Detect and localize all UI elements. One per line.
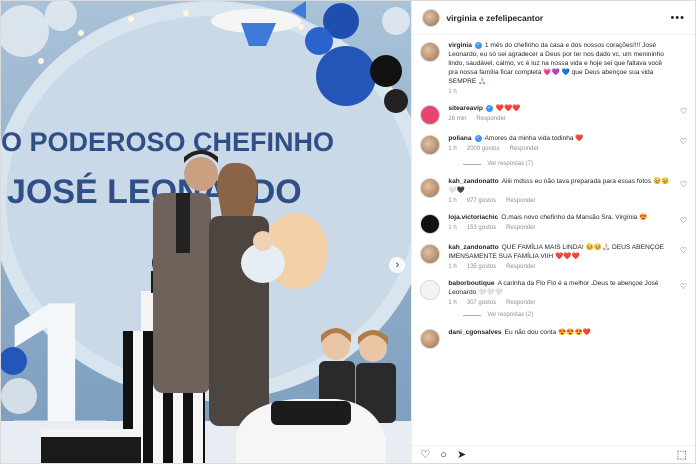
comment-item: poliana ✓ Amores da minha vida todinha ❤️ … (420, 134, 687, 155)
comment-meta: 1 h 153 gostos Responder (448, 225, 673, 231)
comment-avatar[interactable] (420, 105, 441, 125)
comment-time: 1 h (448, 264, 457, 270)
verified-badge-icon: ✓ (474, 41, 482, 49)
comment-item: loja.victoriachic O.mais novo chefinho da… (420, 213, 687, 234)
comment-text: baborboutique A carinha da Flo Flo é a me… (448, 279, 673, 297)
caption-time: 1 h (448, 89, 457, 95)
comment-time: 1 h (448, 300, 457, 306)
comment-text: dani_cgonsalves Eu não dou conta 😍😍😍❤️ (448, 328, 673, 337)
comment-likes[interactable]: 135 gostos (467, 264, 496, 270)
banner-line-1: O PODEROSO CHEFINHO (1, 127, 334, 157)
comment-meta: 1 h 2009 gostos Responder (448, 146, 673, 152)
comment-username[interactable]: poliana (448, 135, 471, 142)
like-comment-heart-icon[interactable]: ♡ (680, 107, 687, 116)
reply-link[interactable]: Responder (476, 116, 505, 122)
more-options-icon[interactable]: ••• (670, 12, 685, 24)
comment-meta: 26 min Responder (448, 116, 673, 122)
toy-car (236, 399, 386, 463)
reply-link[interactable]: Responder (506, 198, 535, 204)
comment-text: kah_zandonatto QUE FAMÍLIA MAIS LINDA! 🥹🥹… (448, 243, 673, 261)
reply-link[interactable]: Responder (506, 225, 535, 231)
comment-text: kah_zandonatto Aiiii mdsss eu não tava pr… (448, 177, 673, 195)
comment-avatar[interactable] (420, 280, 441, 300)
reply-link[interactable]: Responder (506, 264, 535, 270)
comment-text: loja.victoriachic O.mais novo chefinho da… (448, 213, 673, 222)
comment-item: dani_cgonsalves Eu não dou conta 😍😍😍❤️ (420, 328, 687, 349)
caption-body: 1 mês do chefinho da casa e dos nossos c… (448, 42, 664, 85)
comment-username[interactable]: siteareavip (448, 105, 482, 112)
author-avatar[interactable] (422, 8, 441, 27)
comment-avatar[interactable] (420, 178, 441, 198)
caption-text: virginia ✓ 1 mês do chefinho da casa e dos… (448, 41, 673, 86)
comment-likes[interactable]: 2009 gostos (467, 146, 500, 152)
comment-likes[interactable]: 153 gostos (467, 225, 496, 231)
comment-avatar[interactable] (420, 214, 441, 234)
view-replies-button[interactable]: Ver respostas (2) (463, 312, 687, 318)
party-photo-illustration: 1 O PODEROSO CHEFINHO JOSÉ LEONARDO (1, 1, 412, 463)
comment-time: 1 h (448, 146, 457, 152)
chevron-right-icon: › (395, 258, 400, 271)
comment-list[interactable]: virginia ✓ 1 mês do chefinho da casa e dos… (412, 35, 695, 445)
verified-badge-icon: ✓ (485, 104, 493, 112)
action-bar: ♡ ○ ➤ ⬚ (412, 445, 695, 463)
like-heart-icon[interactable]: ♡ (420, 448, 430, 461)
comment-item: kah_zandonatto QUE FAMÍLIA MAIS LINDA! 🥹🥹… (420, 243, 687, 270)
comment-avatar[interactable] (420, 244, 441, 264)
save-bookmark-icon[interactable]: ⬚ (677, 448, 687, 461)
comments-panel: virginia e zefelipecantor ••• virginia ✓ 1… (411, 1, 695, 463)
comment-avatar[interactable] (420, 329, 441, 349)
replies-divider (463, 314, 482, 316)
caption: virginia ✓ 1 mês do chefinho da casa e dos… (420, 41, 687, 95)
comment-time: 1 h (448, 225, 457, 231)
comment-username[interactable]: kah_zandonatto (448, 244, 498, 251)
replies-divider (463, 163, 482, 165)
comment-bubble-icon[interactable]: ○ (440, 449, 447, 461)
comment-likes[interactable]: 977 gostos (467, 198, 496, 204)
like-comment-heart-icon[interactable]: ♡ (680, 137, 687, 146)
comment-body: Amores da minha vida todinha ❤️ (484, 135, 584, 142)
comment-item: kah_zandonatto Aiiii mdsss eu não tava pr… (420, 177, 687, 204)
comment-time: 26 min (448, 116, 467, 122)
comment-username[interactable]: dani_cgonsalves (448, 329, 501, 336)
caption-username[interactable]: virginia (448, 42, 471, 49)
comment-meta: 1 h 307 gostos Responder (448, 300, 673, 306)
comment-meta: 1 h 977 gostos Responder (448, 198, 673, 204)
like-comment-heart-icon[interactable]: ♡ (680, 216, 687, 225)
reply-link[interactable]: Responder (506, 300, 535, 306)
comment-body: O.mais novo chefinho da Mansão Sra. Virg… (501, 214, 648, 221)
comment-item: baborboutique A carinha da Flo Flo é a me… (420, 279, 687, 306)
view-replies-button[interactable]: Ver respostas (7) (463, 161, 687, 167)
like-comment-heart-icon[interactable]: ♡ (680, 246, 687, 255)
comment-text: poliana ✓ Amores da minha vida todinha ❤️ (448, 134, 673, 143)
comment-avatar[interactable] (420, 135, 441, 155)
comment-body: Eu não dou conta 😍😍😍❤️ (504, 329, 591, 336)
comment-username[interactable]: kah_zandonatto (448, 178, 498, 185)
caption-avatar[interactable] (420, 42, 441, 62)
like-comment-heart-icon[interactable]: ♡ (680, 282, 687, 291)
caption-meta: 1 h (448, 89, 673, 95)
verified-badge-icon: ✓ (474, 134, 482, 142)
share-send-icon[interactable]: ➤ (457, 448, 466, 461)
like-comment-heart-icon[interactable]: ♡ (680, 180, 687, 189)
comment-time: 1 h (448, 198, 457, 204)
post-header: virginia e zefelipecantor ••• (412, 1, 695, 35)
comment-username[interactable]: loja.victoriachic (448, 214, 498, 221)
post-photo: 1 O PODEROSO CHEFINHO JOSÉ LEONARDO › (1, 1, 412, 463)
view-replies-label[interactable]: Ver respostas (7) (487, 161, 533, 167)
reply-link[interactable]: Responder (509, 146, 538, 152)
instagram-post-window: 1 O PODEROSO CHEFINHO JOSÉ LEONARDO › vi… (0, 0, 696, 464)
comment-username[interactable]: baborboutique (448, 280, 494, 287)
view-replies-label[interactable]: Ver respostas (2) (487, 312, 533, 318)
author-names[interactable]: virginia e zefelipecantor (446, 13, 543, 23)
comment-likes[interactable]: 307 gostos (467, 300, 496, 306)
comment-item: siteareavip ✓ ❤️❤️❤️ 26 min Responder ♡ (420, 104, 687, 125)
comment-text: siteareavip ✓ ❤️❤️❤️ (448, 104, 673, 113)
comment-body: ❤️❤️❤️ (495, 105, 521, 112)
comment-meta: 1 h 135 gostos Responder (448, 264, 673, 270)
